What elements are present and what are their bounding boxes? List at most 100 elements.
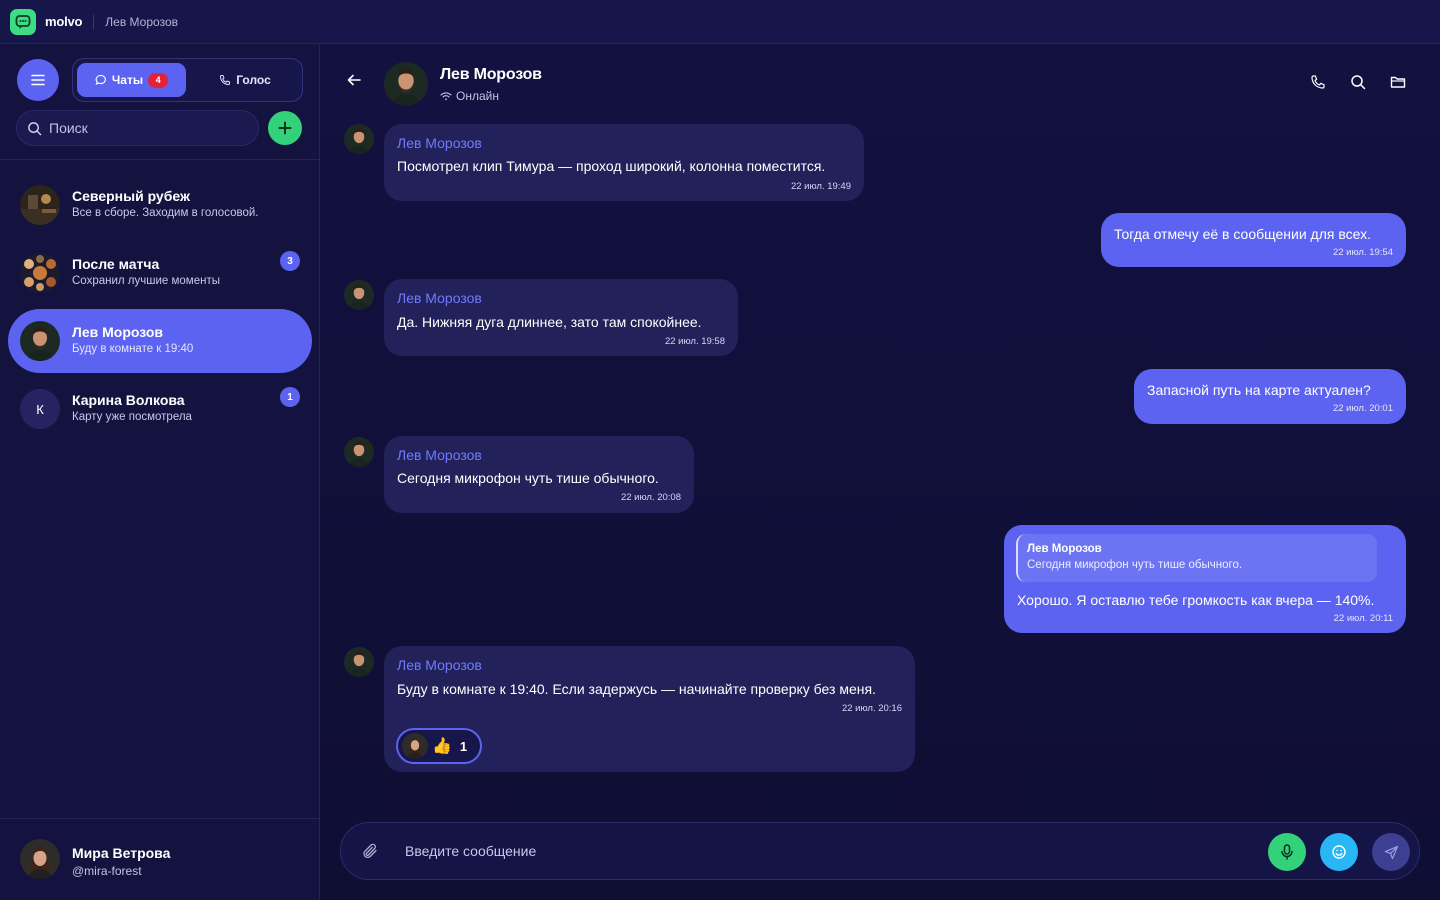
emoji-button[interactable] <box>1320 833 1358 871</box>
message-incoming[interactable]: Лев Морозов Да. Нижняя дуга длиннее, зат… <box>384 279 738 356</box>
send-button[interactable] <box>1372 833 1410 871</box>
message-avatar <box>344 647 374 677</box>
chats-unread-badge: 4 <box>148 72 169 88</box>
search-box <box>16 110 259 146</box>
chat-last-message: Все в сборе. Заходим в голосовой. <box>72 207 259 219</box>
message-composer <box>340 822 1420 880</box>
search-input[interactable] <box>49 120 239 136</box>
phone-icon <box>220 75 231 85</box>
profile-name: Мира Ветрова <box>72 845 171 861</box>
new-chat-button[interactable] <box>268 111 302 145</box>
wifi-icon <box>440 92 452 101</box>
message-text: Сегодня микрофон чуть тише обычного. <box>397 470 659 486</box>
search-messages-button[interactable] <box>1350 74 1366 95</box>
reaction-count: 1 <box>459 738 468 754</box>
message-time: 22 июл. 19:58 <box>664 336 725 347</box>
current-user-profile[interactable]: Мира Ветрова @mira-forest <box>0 818 319 900</box>
profile-handle: @mira-forest <box>72 864 142 878</box>
message-text: Да. Нижняя дуга длиннее, зато там спокой… <box>397 314 702 330</box>
message-time: 22 июл. 20:01 <box>1332 403 1393 414</box>
window-title: Лев Морозов <box>105 14 178 29</box>
app-brand: molvo <box>45 14 83 29</box>
reply-quote[interactable]: Лев Морозов Сегодня микрофон чуть тише о… <box>1016 534 1377 582</box>
thumbs-up-icon: 👍 <box>432 738 452 755</box>
contact-name: Лев Морозов <box>440 66 542 83</box>
arrow-left-icon <box>347 74 361 86</box>
group-avatar <box>20 253 60 293</box>
plus-icon <box>278 121 292 135</box>
chat-last-message: Сохранил лучшие моменты <box>72 275 220 287</box>
message-avatar <box>344 124 374 154</box>
chat-list: Северный рубеж Все в сборе. Заходим в го… <box>0 173 320 445</box>
message-outgoing[interactable]: Запасной путь на карте актуален? 22 июл.… <box>1134 369 1406 424</box>
sidebar-tabs: Чаты 4 Голос <box>72 58 303 102</box>
message-author: Лев Морозов <box>397 290 482 306</box>
tab-chats[interactable]: Чаты 4 <box>77 63 186 97</box>
reply-author: Лев Морозов <box>1027 543 1102 555</box>
avatar <box>20 839 60 879</box>
search-icon <box>1351 75 1366 90</box>
tab-chats-label: Чаты <box>111 73 144 87</box>
reactor-avatar <box>402 733 428 759</box>
message-incoming[interactable]: Лев Морозов Посмотрел клип Тимура — прох… <box>384 124 864 201</box>
back-button[interactable] <box>346 72 362 93</box>
reaction-chip[interactable]: 👍 1 <box>396 728 482 764</box>
message-text: Тогда отмечу её в сообщении для всех. <box>1114 226 1371 242</box>
phone-icon <box>1311 75 1325 89</box>
message-text: Посмотрел клип Тимура — проход широкий, … <box>397 158 826 174</box>
menu-button[interactable] <box>17 59 59 101</box>
reply-text: Сегодня микрофон чуть тише обычного. <box>1027 559 1243 571</box>
chat-item-severny-rubezh[interactable]: Северный рубеж Все в сборе. Заходим в го… <box>8 173 312 237</box>
folder-icon <box>1390 76 1406 88</box>
paperclip-icon <box>363 843 377 858</box>
message-incoming[interactable]: Лев Морозов Сегодня микрофон чуть тише о… <box>384 436 694 513</box>
contact-avatar[interactable] <box>384 62 428 106</box>
message-time: 22 июл. 19:54 <box>1332 247 1393 258</box>
tab-voice-label: Голос <box>236 73 271 87</box>
group-avatar <box>20 185 60 225</box>
sidebar: Чаты 4 Голос Северный рубеж Все в сборе.… <box>0 44 320 900</box>
message-author: Лев Морозов <box>397 135 482 151</box>
chat-item-karina-volkova[interactable]: К Карина Волкова Карту уже посмотрела 1 <box>8 377 312 441</box>
app-logo-icon <box>10 8 36 35</box>
message-outgoing-reply[interactable]: Лев Морозов Сегодня микрофон чуть тише о… <box>1004 525 1406 633</box>
tab-voice[interactable]: Голос <box>191 63 299 97</box>
status-text: Онлайн <box>456 89 499 103</box>
message-text: Хорошо. Я оставлю тебе громкость как вче… <box>1017 592 1375 608</box>
chat-name: Северный рубеж <box>72 188 190 204</box>
avatar <box>20 321 60 361</box>
message-time: 22 июл. 20:11 <box>1333 613 1393 624</box>
attach-button[interactable] <box>361 842 379 865</box>
call-button[interactable] <box>1310 74 1326 95</box>
message-avatar <box>344 437 374 467</box>
message-input[interactable] <box>405 839 1245 863</box>
message-time: 22 июл. 19:49 <box>790 181 851 192</box>
search-icon <box>28 121 42 135</box>
sidebar-header: Чаты 4 Голос <box>0 44 319 160</box>
send-icon <box>1384 845 1398 859</box>
hamburger-icon <box>31 74 45 86</box>
title-divider <box>93 14 95 29</box>
unread-count-badge: 3 <box>280 251 300 271</box>
chat-bubble-icon <box>95 74 106 86</box>
chat-name: После матча <box>72 256 160 272</box>
chat-name: Лев Морозов <box>72 324 164 340</box>
message-incoming[interactable]: Лев Морозов Буду в комнате к 19:40. Если… <box>384 646 915 772</box>
emoji-icon <box>1332 845 1346 859</box>
message-text: Запасной путь на карте актуален? <box>1147 382 1371 398</box>
chat-item-lev-morozov[interactable]: Лев Морозов Буду в комнате к 19:40 <box>8 309 312 373</box>
chat-panel: Лев Морозов Онлайн Лев Морозов Посмотрел… <box>320 44 1440 900</box>
avatar-initial: К <box>20 389 60 429</box>
contact-status: Онлайн <box>440 89 499 103</box>
message-outgoing[interactable]: Тогда отмечу её в сообщении для всех. 22… <box>1101 213 1406 267</box>
chat-item-posle-matcha[interactable]: После матча Сохранил лучшие моменты 3 <box>8 241 312 305</box>
chat-header: Лев Морозов Онлайн <box>320 44 1440 122</box>
title-bar: molvo Лев Морозов <box>0 0 1440 44</box>
chat-last-message: Буду в комнате к 19:40 <box>72 343 194 355</box>
message-avatar <box>344 280 374 310</box>
chat-last-message: Карту уже посмотрела <box>72 411 192 423</box>
microphone-icon <box>1281 844 1293 860</box>
chat-name: Карина Волкова <box>72 392 185 408</box>
voice-message-button[interactable] <box>1268 833 1306 871</box>
shared-files-button[interactable] <box>1390 74 1406 95</box>
